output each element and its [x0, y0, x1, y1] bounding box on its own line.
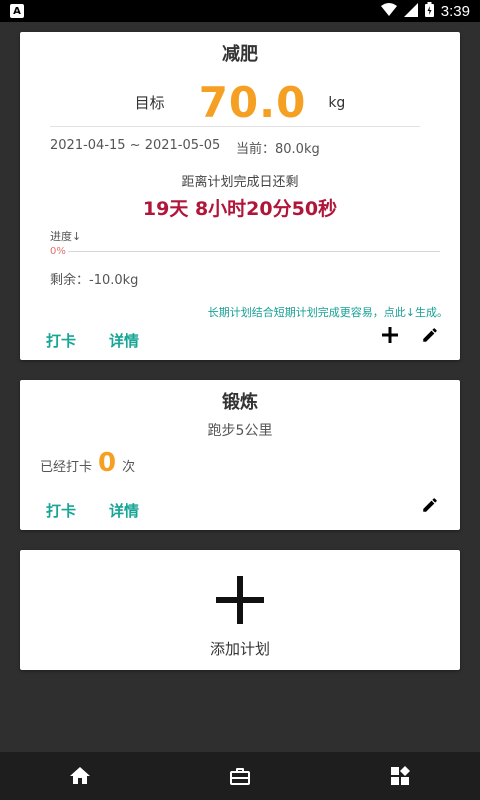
status-bar: A 3:39: [0, 0, 480, 22]
current-weight: 当前：80.0kg: [236, 142, 320, 157]
wifi-icon: [380, 2, 397, 21]
goal-label: 目标: [134, 94, 165, 112]
checkin-count-row: 已经打卡 0 次: [40, 448, 135, 478]
add-plan-card[interactable]: 添加计划: [20, 550, 460, 670]
home-icon: [68, 767, 92, 792]
details-button[interactable]: 详情: [109, 500, 139, 521]
remaining-weight: 剩余：-10.0kg: [50, 273, 139, 288]
battery-icon: [424, 1, 434, 21]
app-notification-icon: A: [10, 4, 24, 18]
goal-unit: kg: [328, 94, 346, 111]
progress-bar: [68, 251, 440, 252]
checkin-prefix: 已经打卡: [40, 460, 93, 475]
bottom-navigation: [0, 752, 480, 800]
pencil-icon: [421, 496, 439, 518]
checkin-button[interactable]: 打卡: [46, 330, 76, 351]
dashboard-icon: [388, 766, 412, 792]
nav-plans[interactable]: [228, 764, 252, 788]
nav-home[interactable]: [68, 764, 92, 788]
briefcase-icon: [228, 768, 252, 792]
checkin-button[interactable]: 打卡: [46, 500, 76, 521]
edit-plan-button[interactable]: [418, 495, 442, 519]
checkin-unit: 次: [122, 460, 136, 475]
pencil-icon: [421, 326, 439, 348]
date-range: 2021-04-15 ~ 2021-05-05: [50, 138, 221, 153]
generate-hint-link[interactable]: 长期计划结合短期计划完成更容易，点此↓生成。: [208, 304, 448, 320]
countdown-value: 19天 8小时20分50秒: [142, 198, 338, 220]
plus-icon: [382, 327, 398, 347]
goal-value: 70.0: [198, 78, 307, 127]
status-time: 3:39: [440, 2, 470, 20]
plan-title: 锻炼: [222, 392, 258, 413]
weight-plan-card: 减肥 目标 70.0 kg 2021-04-15 ~ 2021-05-05 当前…: [20, 32, 460, 360]
edit-plan-button[interactable]: [418, 325, 442, 349]
signal-icon: [403, 2, 418, 21]
add-plan-icon: [216, 576, 264, 624]
add-plan-label: 添加计划: [209, 640, 270, 658]
goal-row: 目标 70.0 kg: [20, 78, 460, 127]
checkin-count: 0: [98, 448, 117, 478]
plan-subtitle: 跑步5公里: [207, 423, 273, 439]
exercise-plan-card: 锻炼 跑步5公里 已经打卡 0 次 打卡 详情: [20, 380, 460, 530]
countdown-label: 距离计划完成日还剩: [181, 175, 299, 190]
plan-title: 减肥: [222, 44, 258, 65]
divider: [50, 126, 420, 127]
progress-label: 进度↓: [50, 230, 82, 243]
details-button[interactable]: 详情: [109, 330, 139, 351]
progress-percent: 0%: [50, 246, 66, 257]
nav-more[interactable]: [388, 764, 412, 788]
add-short-plan-button[interactable]: [378, 325, 402, 349]
